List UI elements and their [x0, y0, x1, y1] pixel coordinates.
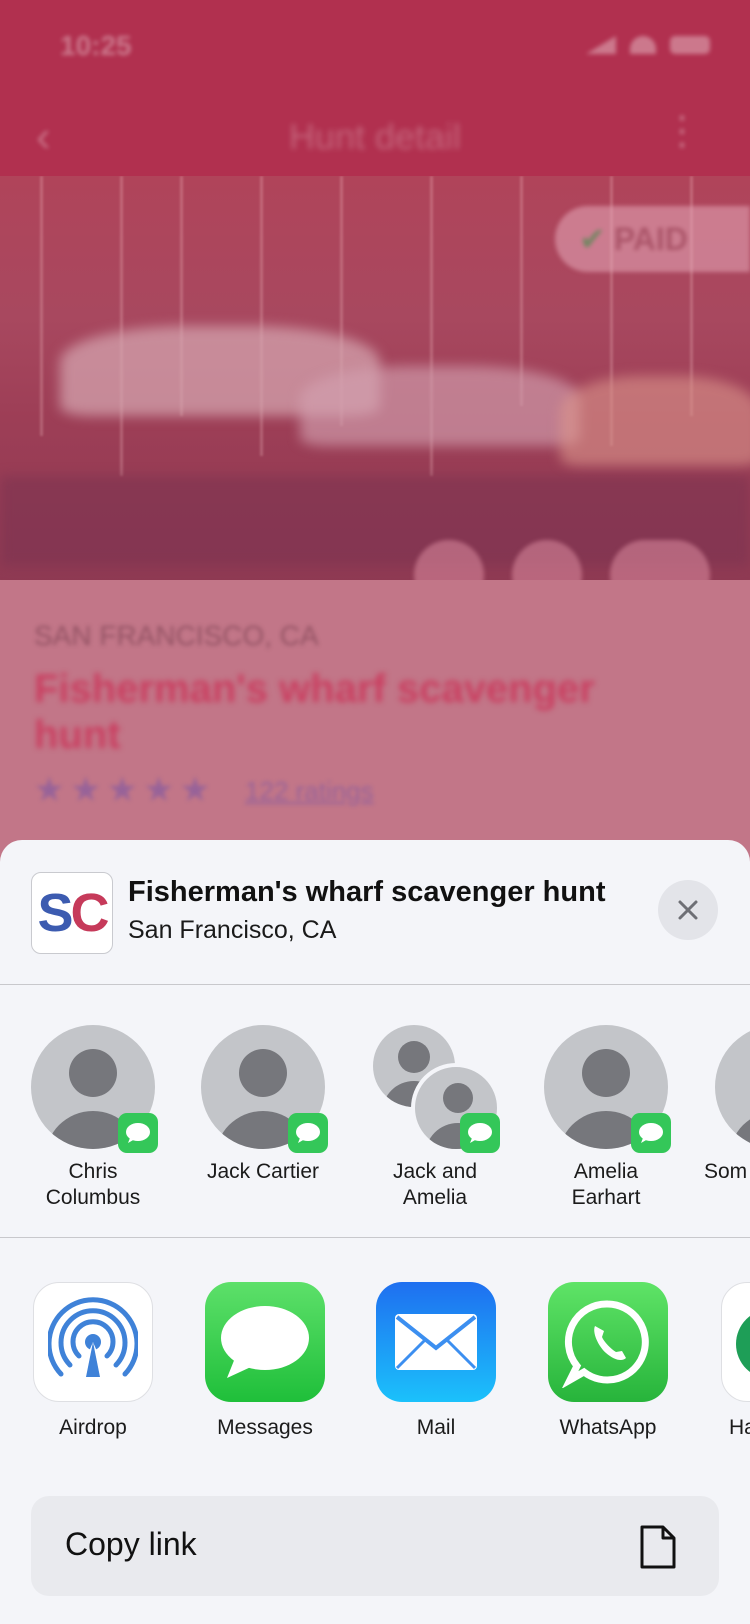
signal-icon [586, 36, 616, 54]
hangouts-icon [721, 1282, 750, 1402]
share-sheet: SC Fisherman's wharf scavenger hunt San … [0, 840, 750, 1624]
hunt-hero-image: ✔ PAID [0, 176, 750, 580]
messages-icon [205, 1282, 325, 1402]
hunt-title: Fisherman's wharf scavenger hunt [34, 667, 595, 757]
nav-title: Hunt detail [288, 116, 462, 157]
close-icon [678, 900, 698, 920]
check-icon: ✔ [579, 221, 606, 257]
avatar [201, 1025, 328, 1153]
divider [0, 984, 750, 985]
share-app-airdrop[interactable]: Airdrop [18, 1282, 168, 1440]
document-icon [640, 1525, 676, 1569]
contact-jack-and-amelia[interactable]: Jack and Amelia [350, 1025, 520, 1211]
share-app-mail[interactable]: Mail [361, 1282, 511, 1440]
paid-badge: ✔ PAID [555, 206, 750, 272]
boat [560, 376, 750, 466]
share-app-partial[interactable]: Ha [705, 1282, 750, 1440]
contact-name: Amelia Earhart [571, 1160, 641, 1209]
contact-name: Som [704, 1160, 748, 1183]
divider [0, 1237, 750, 1238]
contacts-row: Chris Columbus Jack Cartier Jack and Ame… [0, 1025, 750, 1215]
hunt-location: SAN FRANCISCO, CA [34, 620, 319, 651]
app-label: Ha [729, 1416, 750, 1439]
app-label: Airdrop [59, 1416, 127, 1439]
avatar [544, 1025, 671, 1153]
apps-row: Airdrop Messages Mail WhatsApp H [0, 1282, 750, 1452]
copy-link-button[interactable]: Copy link [31, 1496, 719, 1596]
share-sheet-header: SC Fisherman's wharf scavenger hunt San … [0, 840, 750, 984]
app-label: WhatsApp [559, 1416, 657, 1439]
mast [40, 176, 43, 436]
contact-name: Chris Columbus [45, 1160, 141, 1209]
imessage-badge-icon [631, 1113, 671, 1153]
whatsapp-icon [548, 1282, 668, 1402]
share-subtitle: San Francisco, CA [128, 916, 337, 944]
battery-icon [670, 36, 710, 54]
airdrop-icon [33, 1282, 153, 1402]
share-title: Fisherman's wharf scavenger hunt [128, 876, 606, 908]
more-icon: ⋮ [662, 109, 702, 153]
avatar [31, 1025, 158, 1153]
contact-jack-cartier[interactable]: Jack Cartier [178, 1025, 348, 1185]
app-label: Messages [217, 1416, 313, 1439]
group-avatar [373, 1025, 501, 1153]
mast [120, 176, 123, 476]
mail-icon [376, 1282, 496, 1402]
contact-amelia-earhart[interactable]: Amelia Earhart [521, 1025, 691, 1211]
rating-stars: ★★★★★ [34, 771, 217, 809]
contact-name: Jack and Amelia [392, 1160, 478, 1209]
avatar [715, 1025, 750, 1149]
close-button[interactable] [658, 880, 718, 940]
copy-link-label: Copy link [65, 1526, 197, 1562]
share-app-messages[interactable]: Messages [190, 1282, 340, 1440]
contact-name: Jack Cartier [206, 1160, 320, 1183]
status-time: 10:25 [60, 30, 132, 61]
contact-partial[interactable]: Som [692, 1025, 750, 1185]
imessage-badge-icon [118, 1113, 158, 1153]
boat [300, 366, 580, 446]
share-app-whatsapp[interactable]: WhatsApp [533, 1282, 683, 1440]
status-icons [586, 36, 710, 54]
wifi-icon [630, 36, 656, 54]
imessage-badge-icon [460, 1113, 500, 1153]
status-bar: 10:25 [0, 0, 750, 90]
app-label: Mail [416, 1416, 456, 1439]
ratings-link: 122 ratings [245, 776, 374, 806]
imessage-badge-icon [288, 1113, 328, 1153]
app-logo: SC [31, 872, 113, 954]
nav-bar: ‹ Hunt detail ⋮ [0, 90, 750, 176]
paid-label: PAID [613, 220, 688, 257]
contact-chris-columbus[interactable]: Chris Columbus [8, 1025, 178, 1211]
